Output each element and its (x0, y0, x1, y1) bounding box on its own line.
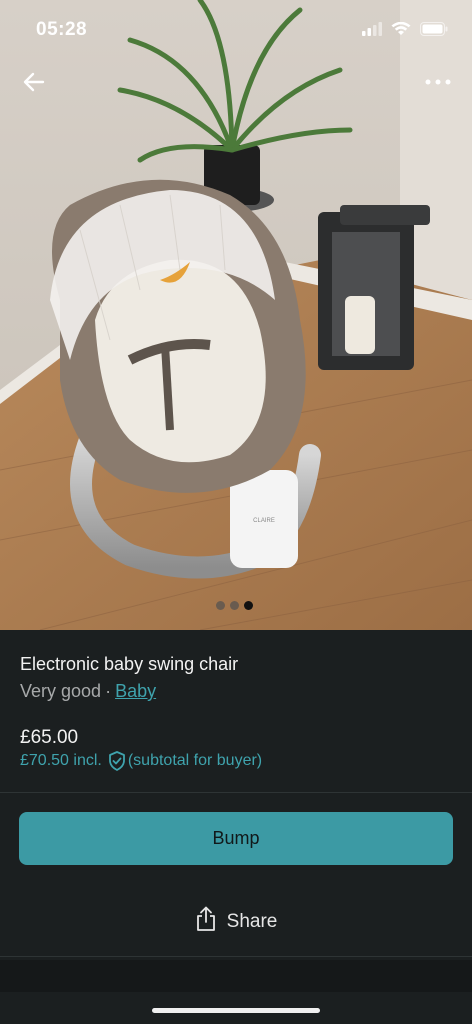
pagination-dot[interactable] (216, 601, 225, 610)
buyer-total[interactable]: £70.50 incl. (subtotal for buyer) (20, 751, 262, 771)
listing-meta: Very good · Baby (20, 681, 156, 702)
condition-label: Very good (20, 681, 102, 701)
item-price: £65.00 (20, 727, 79, 748)
bottom-bar (0, 960, 472, 992)
divider (0, 792, 472, 793)
shield-check-icon[interactable] (108, 751, 126, 771)
listing-title: Electronic baby swing chair (20, 654, 239, 674)
meta-separator: · (105, 681, 112, 701)
more-dots-icon (425, 79, 451, 85)
wifi-icon (391, 22, 411, 36)
listing-photo[interactable]: CLAIRE 05:28 (0, 0, 472, 630)
price-incl: £70.50 incl. (20, 752, 102, 769)
bump-button[interactable]: Bump (19, 812, 453, 865)
photo-pagination[interactable] (216, 601, 253, 610)
status-time: 05:28 (36, 19, 88, 40)
more-options-button[interactable] (422, 72, 454, 92)
status-bar: 05:28 (0, 0, 472, 60)
back-arrow-icon (23, 72, 45, 92)
photo-illustration: CLAIRE (0, 0, 472, 630)
category-link[interactable]: Baby (115, 681, 156, 701)
share-button[interactable]: Share (0, 906, 472, 938)
back-button[interactable] (18, 66, 50, 98)
buyer-note: (subtotal for buyer) (127, 752, 263, 769)
brand-label: CLAIRE (253, 518, 275, 524)
battery-icon (420, 22, 448, 36)
signal-icon (362, 22, 382, 36)
share-icon (195, 906, 217, 938)
divider (0, 956, 472, 957)
pagination-dot[interactable] (230, 601, 239, 610)
home-indicator[interactable] (152, 1008, 320, 1013)
pagination-dot-active[interactable] (244, 601, 253, 610)
share-label: Share (226, 911, 278, 932)
